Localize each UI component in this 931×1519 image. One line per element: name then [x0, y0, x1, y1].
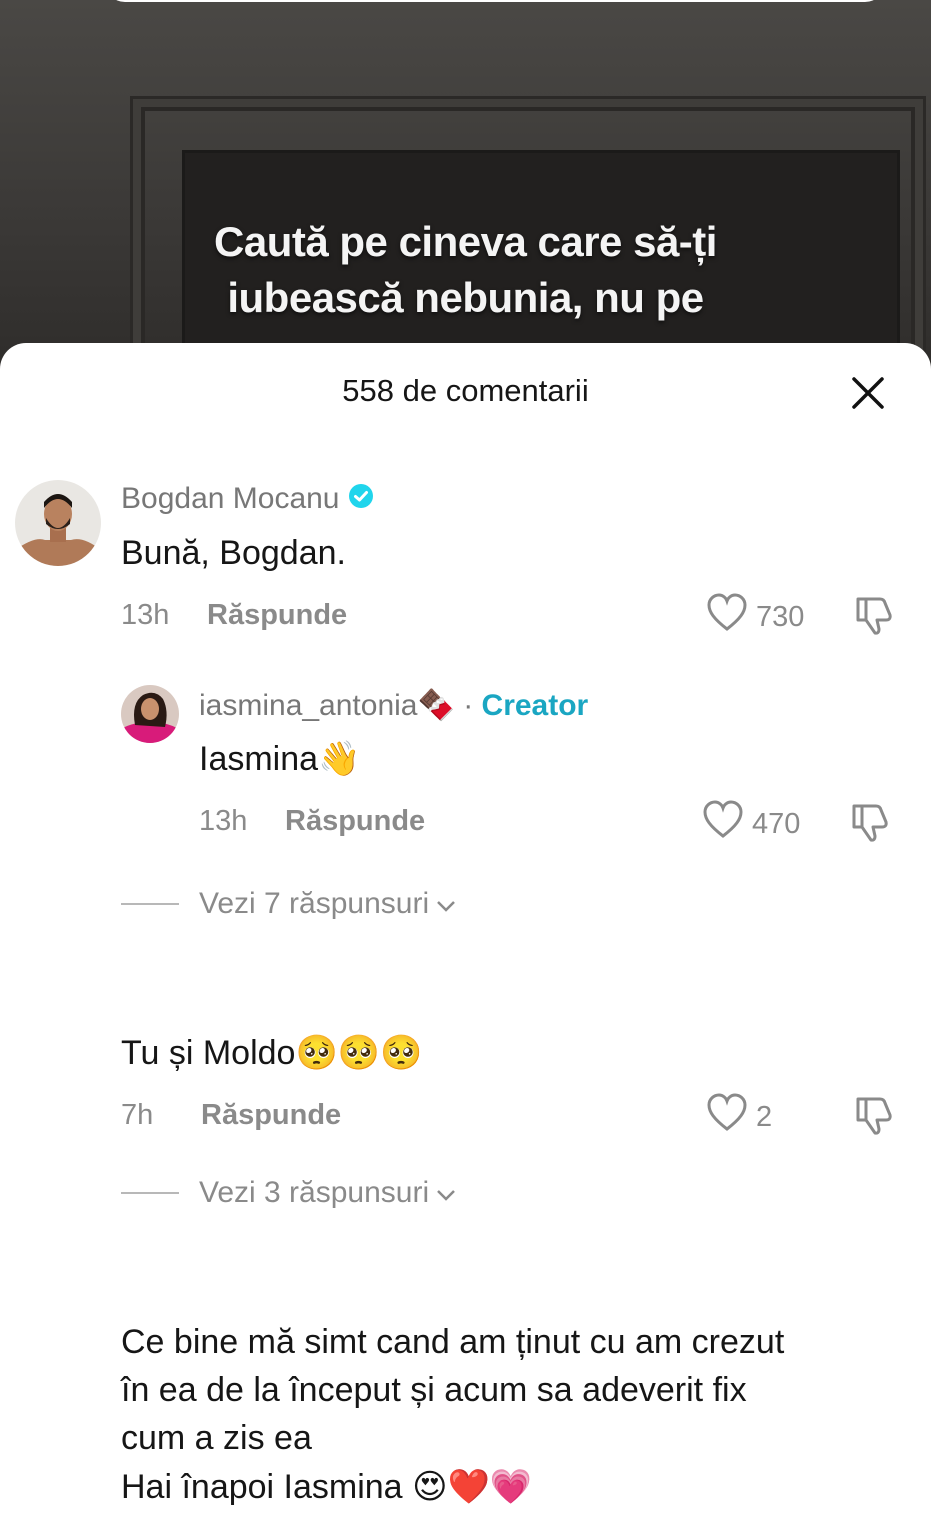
like-count: 470 — [752, 807, 801, 840]
comment-time: 7h — [121, 1099, 154, 1131]
video-background[interactable]: Caută pe cineva care să-ți iubească nebu… — [0, 0, 931, 380]
video-caption-line-2: iubească nebunia, nu pe — [227, 274, 704, 321]
view-replies-button[interactable]: Vezi 7 răspunsuri — [121, 887, 457, 921]
creator-badge: Creator — [481, 689, 589, 722]
comment-text-line-3: cum a zis ea — [121, 1419, 312, 1457]
divider-line — [121, 903, 179, 905]
waving-hand-emoji: 👋 — [318, 739, 361, 779]
comment-text-line-1: Ce bine mă simt cand am ținut cu am crez… — [121, 1323, 785, 1361]
reply-time: 13h — [199, 805, 248, 837]
comment-time: 13h — [121, 599, 170, 631]
like-button[interactable]: 2 — [706, 1093, 772, 1141]
pleading-face-emojis: 🥺🥺🥺 — [295, 1033, 423, 1073]
reply-button[interactable]: Răspunde — [201, 1099, 341, 1132]
reply-username[interactable]: iasmina_antonia🍫 · Creator — [199, 688, 588, 723]
chevron-down-icon — [435, 887, 457, 921]
comment-text-line-4: Hai înapoi Iasmina 😍❤️💗 — [121, 1467, 533, 1507]
divider-line — [121, 1192, 179, 1194]
chevron-down-icon — [435, 1176, 457, 1210]
comment-text: Bună, Bogdan. — [121, 534, 346, 572]
avatar[interactable] — [121, 685, 179, 743]
heart-icon — [702, 800, 744, 848]
comment-text-line-2: în ea de la început și acum sa adeverit … — [121, 1371, 747, 1409]
chocolate-emoji: 🍫 — [417, 688, 455, 723]
like-button[interactable]: 730 — [706, 593, 804, 641]
comment-text: Tu și Moldo🥺🥺🥺 — [121, 1033, 423, 1073]
like-button[interactable]: 470 — [702, 800, 800, 848]
reply-button[interactable]: Răspunde — [285, 805, 425, 838]
comments-count-title: 558 de comentarii — [342, 373, 589, 408]
close-icon[interactable] — [848, 373, 888, 413]
heart-icon — [706, 1093, 748, 1141]
heart-eyes-emojis: 😍❤️💗 — [412, 1467, 533, 1507]
dislike-icon[interactable] — [846, 800, 890, 844]
avatar[interactable] — [15, 480, 101, 566]
heart-icon — [706, 593, 748, 641]
dislike-icon[interactable] — [850, 593, 894, 637]
like-count: 2 — [756, 1100, 773, 1133]
top-pill — [105, 0, 885, 2]
verified-icon — [348, 483, 374, 517]
view-replies-button[interactable]: Vezi 3 răspunsuri — [121, 1176, 457, 1210]
reply-button[interactable]: Răspunde — [207, 599, 347, 632]
dislike-icon[interactable] — [850, 1093, 894, 1137]
comment-username[interactable]: Bogdan Mocanu — [121, 482, 374, 517]
like-count: 730 — [756, 600, 805, 633]
comments-sheet: 558 de comentarii Bogdan Mocanu Bună, Bo… — [0, 343, 931, 1519]
reply-text: Iasmina👋 — [199, 739, 361, 779]
video-caption-line-1: Caută pe cineva care să-ți — [214, 218, 717, 265]
